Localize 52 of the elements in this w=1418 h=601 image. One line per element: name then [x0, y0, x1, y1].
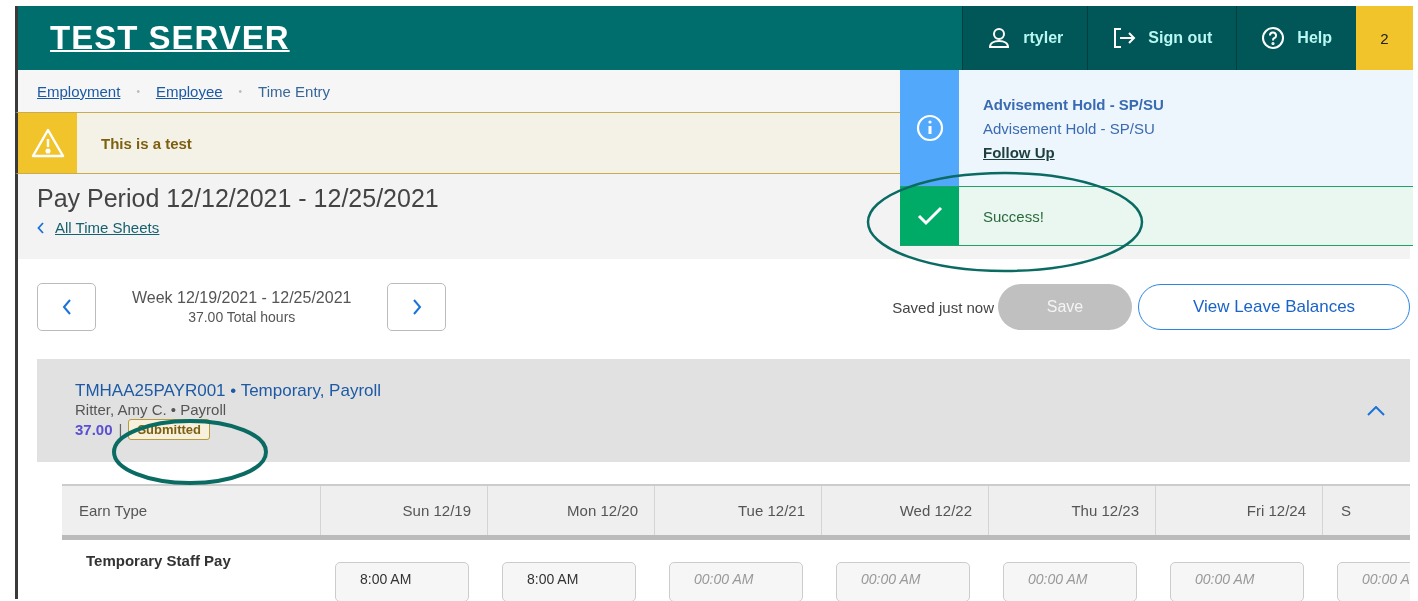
user-icon [987, 26, 1012, 50]
breadcrumb-separator: • [238, 85, 243, 97]
breadcrumb-link[interactable]: Employee [155, 82, 223, 100]
notification-message: Advisement Hold - SP/SU [983, 119, 1156, 137]
breadcrumb-link[interactable]: Employment [37, 82, 121, 100]
job-subtitle: Ritter, Amy C. • Payroll [75, 401, 228, 418]
job-hours: 37.00 [75, 421, 113, 438]
column-header: Sun 12/19 [320, 486, 487, 535]
job-title: TMHAA25PAYR001 • Temporary, Payroll [75, 381, 382, 401]
help-button[interactable]: Help [1236, 6, 1356, 70]
time-input[interactable]: 00:00 AM [669, 562, 803, 601]
total-hours: 37.00 Total hours [188, 309, 296, 325]
checkmark-icon [916, 206, 943, 226]
site-logo[interactable]: TEST SERVER [50, 19, 290, 57]
sign-out-icon [1112, 27, 1137, 49]
user-menu-button[interactable]: rtyler [962, 6, 1088, 70]
all-time-sheets-link[interactable]: All Time Sheets [37, 219, 160, 236]
time-input[interactable]: 00:00 AM [1170, 562, 1304, 601]
column-header: Thu 12/23 [988, 486, 1155, 535]
warning-icon [30, 128, 65, 158]
time-input[interactable]: 8:00 AM [502, 562, 636, 601]
warning-message: This is a test [101, 134, 192, 152]
column-header: Fri 12/24 [1155, 486, 1322, 535]
breadcrumb-separator: • [136, 85, 140, 97]
notification-title: Success! [983, 207, 1044, 225]
follow-up-link[interactable]: Follow Up [983, 143, 1055, 161]
earn-type-label: Temporary Staff Pay [85, 552, 232, 571]
column-header: Mon 12/20 [487, 486, 654, 535]
column-header: Wed 12/22 [821, 486, 988, 535]
time-input[interactable]: 00:00 A [1337, 562, 1410, 601]
sign-out-button[interactable]: Sign out [1087, 6, 1237, 70]
next-week-button[interactable] [387, 283, 447, 331]
column-header: Earn Type [78, 501, 149, 521]
time-input[interactable]: 00:00 AM [836, 562, 970, 601]
chevron-left-icon [61, 299, 72, 315]
chevron-right-icon [411, 299, 422, 315]
save-status: Saved just now [892, 298, 994, 316]
column-header: Tue 12/21 [654, 486, 821, 535]
help-icon [1261, 26, 1286, 50]
chevron-up-icon[interactable] [1367, 405, 1385, 416]
breadcrumb-current: Time Entry [258, 82, 331, 100]
previous-week-button[interactable] [37, 283, 96, 331]
week-range: Week 12/19/2021 - 12/25/2021 [132, 289, 352, 307]
view-leave-balances-button[interactable]: View Leave Balances [1138, 284, 1410, 330]
notification-title: Advisement Hold - SP/SU [983, 95, 1164, 113]
time-input[interactable]: 8:00 AM [335, 562, 469, 601]
notification-count-button[interactable]: 2 [1356, 6, 1413, 70]
info-icon [915, 114, 944, 142]
time-input[interactable]: 00:00 AM [1003, 562, 1137, 601]
column-header: S [1322, 486, 1410, 535]
pay-period-title: Pay Period 12/12/2021 - 12/25/2021 [37, 184, 440, 213]
chevron-left-icon [37, 221, 45, 234]
